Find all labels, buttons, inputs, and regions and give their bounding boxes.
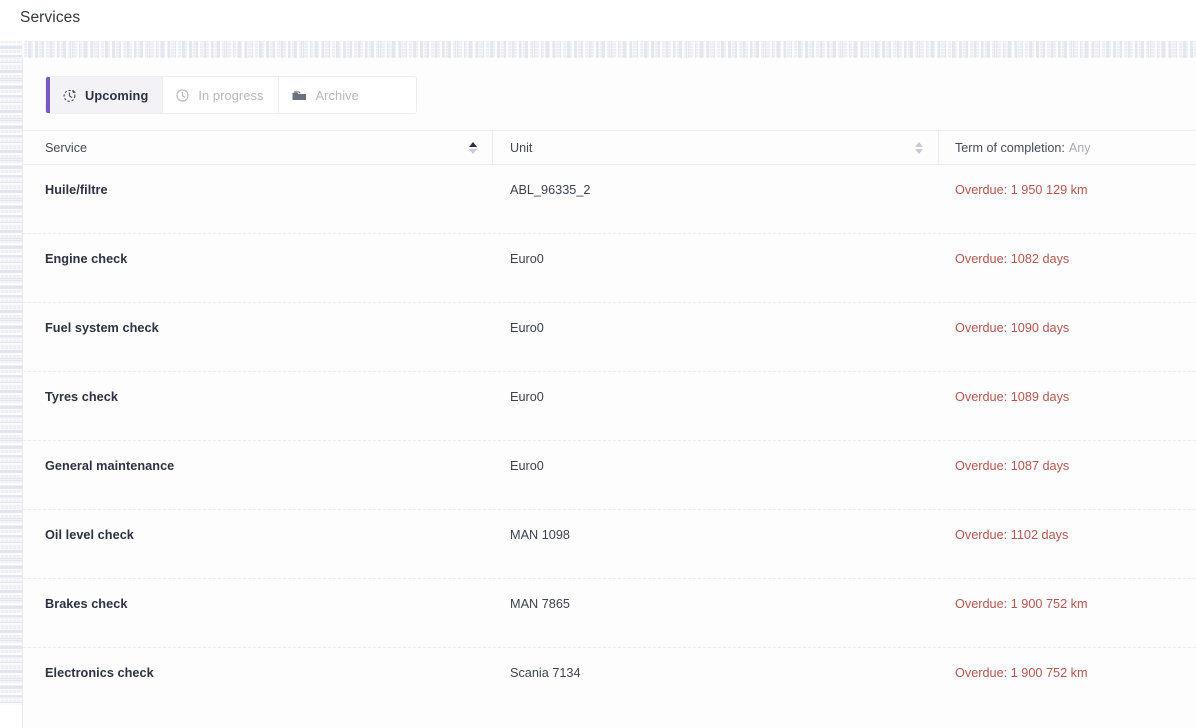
cell-service: Electronics check (45, 666, 154, 680)
tab-upcoming-label: Upcoming (85, 87, 149, 103)
timer-clock-icon (62, 88, 77, 103)
table-row[interactable]: Engine check Euro0 Overdue: 1082 days (23, 234, 1196, 303)
clock-icon (175, 88, 190, 103)
cell-term-of-completion: Overdue: 1090 days (955, 321, 1070, 335)
cell-service: General maintenance (45, 459, 175, 473)
cell-unit: Euro0 (510, 459, 544, 473)
cell-unit: Euro0 (510, 390, 544, 404)
column-header-service[interactable]: Service (23, 131, 493, 164)
cell-term-of-completion: Overdue: 1102 days (955, 528, 1069, 542)
cell-term-of-completion: Overdue: 1 900 752 km (955, 597, 1088, 611)
column-header-term-of-completion[interactable]: Term of completion: Any (939, 131, 1196, 164)
cell-unit: MAN 7865 (510, 597, 570, 611)
table-row[interactable]: Fuel system check Euro0 Overdue: 1090 da… (23, 303, 1196, 372)
tab-archive[interactable]: Archive (278, 77, 373, 113)
cell-term-of-completion: Overdue: 1 950 129 km (955, 183, 1088, 197)
table-row[interactable]: Huile/filtre ABL_96335_2 Overdue: 1 950 … (23, 165, 1196, 234)
cell-unit: MAN 1098 (510, 528, 570, 542)
cell-service: Oil level check (45, 528, 134, 542)
cell-service: Huile/filtre (45, 183, 108, 197)
cell-service: Brakes check (45, 597, 128, 611)
page-title: Services (20, 9, 81, 26)
term-filter-value[interactable]: Any (1069, 141, 1091, 155)
tab-archive-label: Archive (315, 87, 359, 103)
cell-service: Engine check (45, 252, 128, 266)
cell-unit: Euro0 (510, 321, 544, 335)
table-header-row: Service Unit Term of completion: Any (23, 130, 1196, 165)
services-card: Upcoming In progress Archive Service Uni… (22, 58, 1196, 728)
sort-arrows-unit-icon[interactable] (914, 141, 924, 154)
cell-term-of-completion: Overdue: 1082 days (955, 252, 1070, 266)
background-texture-top (0, 41, 1196, 58)
column-header-term-label: Term of completion: (955, 140, 1065, 155)
tab-upcoming[interactable]: Upcoming (46, 77, 164, 113)
cell-unit: Euro0 (510, 252, 544, 266)
column-header-service-label: Service (45, 140, 87, 155)
table-body: Huile/filtre ABL_96335_2 Overdue: 1 950 … (23, 165, 1196, 717)
tab-in-progress-label: In progress (198, 87, 264, 103)
cell-unit: Scania 7134 (510, 666, 581, 680)
table-row[interactable]: Oil level check MAN 1098 Overdue: 1102 d… (23, 510, 1196, 579)
table-row[interactable]: Brakes check MAN 7865 Overdue: 1 900 752… (23, 579, 1196, 648)
column-header-unit-label: Unit (510, 140, 533, 155)
table-row[interactable]: Electronics check Scania 7134 Overdue: 1… (23, 648, 1196, 717)
tab-bar: Upcoming In progress Archive (45, 76, 417, 114)
cell-service: Tyres check (45, 390, 118, 404)
cell-unit: ABL_96335_2 (510, 183, 591, 197)
cell-term-of-completion: Overdue: 1087 days (955, 459, 1070, 473)
services-table: Service Unit Term of completion: Any Hui… (23, 130, 1196, 717)
page-header: Services (0, 0, 1196, 36)
sort-arrows-service-icon[interactable] (468, 141, 478, 154)
folder-icon (291, 88, 308, 103)
cell-term-of-completion: Overdue: 1 900 752 km (955, 666, 1088, 680)
column-header-unit[interactable]: Unit (493, 131, 939, 164)
table-row[interactable]: Tyres check Euro0 Overdue: 1089 days (23, 372, 1196, 441)
table-row[interactable]: General maintenance Euro0 Overdue: 1087 … (23, 441, 1196, 510)
cell-term-of-completion: Overdue: 1089 days (955, 390, 1070, 404)
tab-in-progress[interactable]: In progress (163, 77, 279, 113)
cell-service: Fuel system check (45, 321, 159, 335)
background-texture-left (0, 41, 22, 705)
